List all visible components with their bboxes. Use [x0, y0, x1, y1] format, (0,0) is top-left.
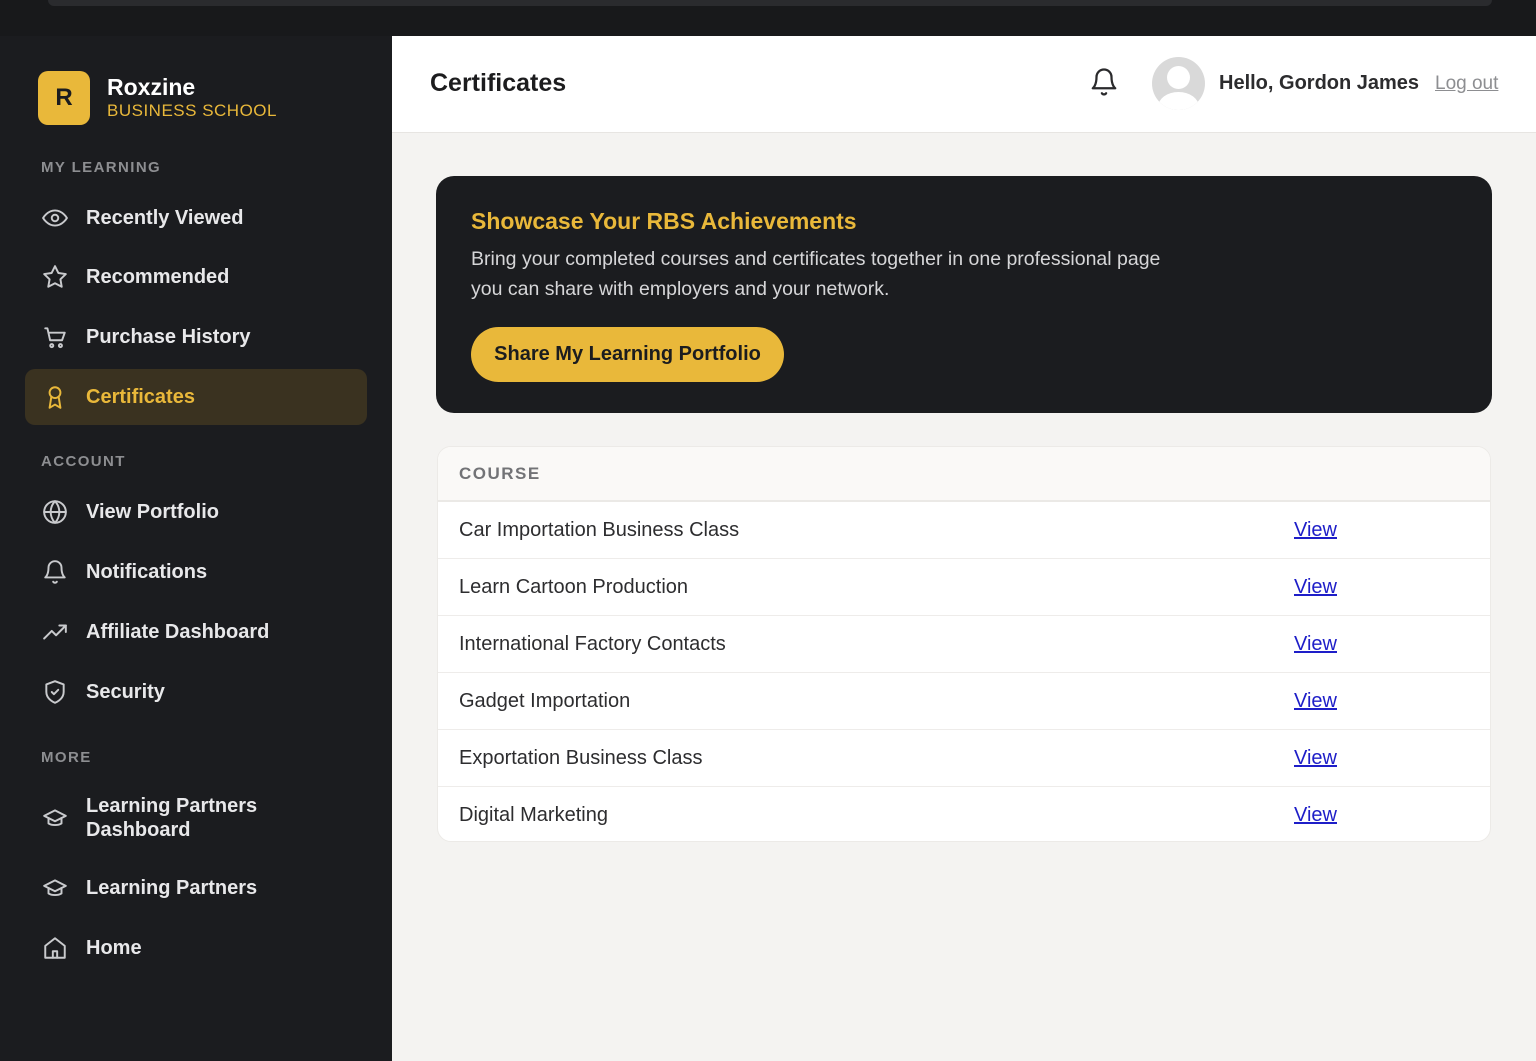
sidebar-item-label: Recently Viewed [86, 207, 244, 229]
portfolio-banner: Showcase Your RBS Achievements Bring you… [436, 176, 1492, 413]
certificates-table: COURSE Car Importation Business Class Vi… [437, 446, 1491, 842]
sidebar-item-recently-viewed[interactable]: Recently Viewed [25, 190, 367, 246]
globe-icon [40, 497, 70, 527]
shield-icon [40, 677, 70, 707]
brand-logo: R [38, 71, 90, 125]
view-link[interactable]: View [1294, 633, 1337, 656]
page-title: Certificates [430, 69, 567, 97]
notification-bell-icon[interactable] [1089, 67, 1123, 101]
user-greeting: Hello, Gordon James [1219, 72, 1420, 94]
table-row: Digital Marketing View [438, 787, 1490, 841]
sidebar-item-notifications[interactable]: Notifications [25, 544, 367, 600]
sidebar-item-home[interactable]: Home [25, 920, 367, 976]
sidebar-item-label: Purchase History [86, 326, 251, 348]
home-icon [40, 933, 70, 963]
sidebar-item-label: Security [86, 681, 165, 703]
course-name: Exportation Business Class [459, 747, 703, 769]
avatar[interactable] [1152, 57, 1205, 110]
column-header-course: COURSE [459, 464, 541, 483]
view-link[interactable]: View [1294, 804, 1337, 827]
sidebar: R Roxzine BUSINESS SCHOOL MY LEARNING Re… [0, 36, 392, 1061]
table-row: International Factory Contacts View [438, 616, 1490, 673]
trending-up-icon [40, 617, 70, 647]
sidebar-item-view-portfolio[interactable]: View Portfolio [25, 484, 367, 540]
table-header: COURSE [438, 447, 1490, 502]
view-link[interactable]: View [1294, 519, 1337, 542]
sidebar-item-learning-partners[interactable]: Learning Partners [25, 860, 367, 916]
sidebar-item-label: Home [86, 937, 142, 959]
page-header: Certificates Hello, Gordon James Log out [392, 36, 1536, 133]
course-name: Car Importation Business Class [459, 519, 740, 541]
sidebar-item-label: Learning Partners Dashboard [86, 795, 258, 841]
table-row: Exportation Business Class View [438, 730, 1490, 787]
view-link[interactable]: View [1294, 747, 1337, 770]
sidebar-item-label: Learning Partners [86, 877, 258, 899]
sidebar-item-label: Certificates [86, 386, 195, 408]
course-name: International Factory Contacts [459, 633, 726, 655]
brand-subtitle: BUSINESS SCHOOL [107, 101, 277, 120]
sidebar-item-recommended[interactable]: Recommended [25, 249, 367, 305]
top-strip [48, 0, 1492, 6]
table-row: Learn Cartoon Production View [438, 559, 1490, 616]
banner-text: Bring your completed courses and certifi… [471, 248, 1161, 300]
share-portfolio-button[interactable]: Share My Learning Portfolio [471, 327, 784, 382]
course-name: Digital Marketing [459, 804, 608, 826]
course-name: Gadget Importation [459, 690, 631, 712]
sidebar-item-purchase-history[interactable]: Purchase History [25, 309, 367, 365]
sidebar-item-label: View Portfolio [86, 501, 219, 523]
star-icon [40, 262, 70, 292]
graduation-cap-icon [40, 803, 70, 833]
award-icon [40, 382, 70, 412]
course-name: Learn Cartoon Production [459, 576, 689, 598]
eye-icon [40, 203, 70, 233]
sidebar-item-label: Recommended [86, 266, 230, 288]
sidebar-item-affiliate-dashboard[interactable]: Affiliate Dashboard [25, 604, 367, 660]
bell-icon [40, 557, 70, 587]
view-link[interactable]: View [1294, 690, 1337, 713]
sidebar-item-label: Notifications [86, 561, 208, 583]
table-row: Car Importation Business Class View [438, 502, 1490, 559]
logout-link[interactable]: Log out [1435, 73, 1498, 95]
sidebar-item-certificates[interactable]: Certificates [25, 369, 367, 425]
graduation-cap-icon [40, 873, 70, 903]
cart-icon [40, 322, 70, 352]
brand-name: Roxzine [107, 74, 196, 100]
section-label-account: ACCOUNT [41, 453, 126, 470]
section-label-more: MORE [41, 749, 92, 766]
sidebar-item-security[interactable]: Security [25, 664, 367, 720]
sidebar-item-label: Affiliate Dashboard [86, 621, 270, 643]
sidebar-item-learning-partners-dashboard[interactable]: Learning Partners Dashboard [25, 777, 367, 859]
table-row: Gadget Importation View [438, 673, 1490, 730]
main-content: Certificates Hello, Gordon James Log out… [392, 36, 1536, 1061]
section-label-my-learning: MY LEARNING [41, 159, 162, 176]
brand[interactable]: R Roxzine BUSINESS SCHOOL [38, 71, 277, 125]
browser-top-bar [0, 0, 1536, 36]
view-link[interactable]: View [1294, 576, 1337, 599]
banner-title: Showcase Your RBS Achievements [471, 208, 857, 234]
